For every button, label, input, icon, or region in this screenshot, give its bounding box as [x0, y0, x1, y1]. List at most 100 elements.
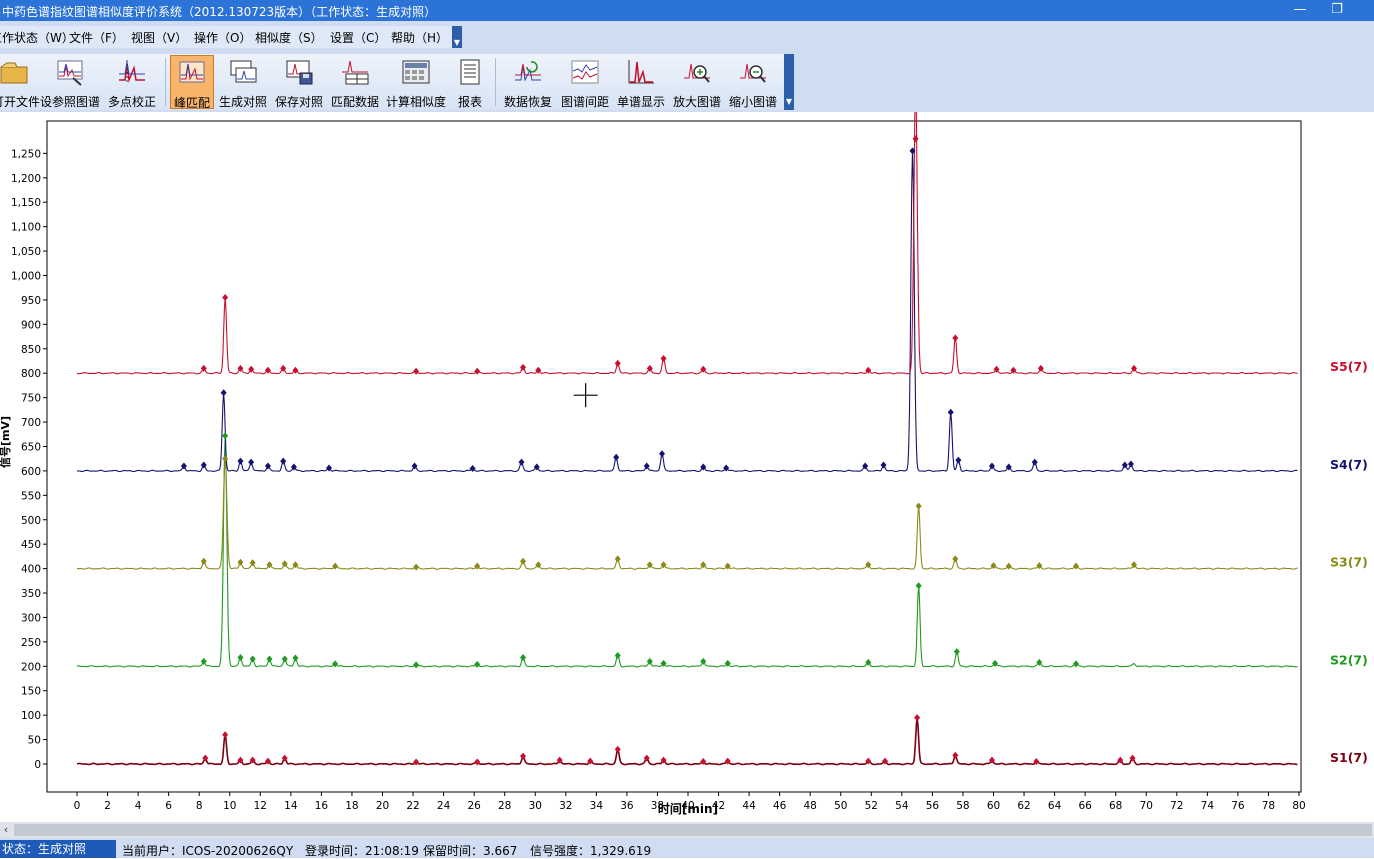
set-reference-button[interactable]: 设参照图谱 [38, 55, 102, 109]
x-tick-label: 24 [437, 800, 451, 812]
menu-view[interactable]: 视图（V） [131, 29, 187, 46]
menu-settings[interactable]: 设置（C） [330, 29, 386, 46]
horizontal-scrollbar[interactable]: ‹ [0, 822, 1374, 838]
x-axis-label: 时间[min] [658, 801, 718, 816]
zoom-in-button[interactable]: 放大图谱 [670, 55, 724, 109]
x-tick-label: 30 [529, 800, 542, 812]
y-tick-label: 150 [21, 686, 41, 698]
spectrum-spacing-icon [571, 60, 599, 84]
report-label: 报表 [457, 95, 482, 109]
login-time-status: 登录时间：21:08:19 [305, 844, 419, 858]
plot-frame [46, 120, 1302, 793]
x-tick-label: 70 [1140, 800, 1153, 812]
open-folder-icon [0, 62, 28, 84]
multipoint-correction-button[interactable]: 多点校正 [104, 55, 160, 109]
x-tick-label: 50 [834, 800, 847, 812]
y-tick-label: 450 [21, 539, 41, 551]
save-reference-label: 保存对照 [274, 95, 323, 109]
series-label: S3(7) [1330, 555, 1368, 570]
restore-button[interactable]: ❐ [1322, 1, 1352, 19]
y-tick-label: 0 [34, 759, 41, 771]
x-tick-label: 26 [467, 800, 481, 812]
x-tick-label: 46 [773, 800, 787, 812]
menu-overflow-icon[interactable]: ▼ [452, 26, 462, 48]
y-tick-label: 500 [21, 515, 41, 527]
y-tick-label: 300 [21, 612, 41, 624]
signal-strength-status: 信号强度：1,329.619 [530, 844, 652, 858]
x-tick-label: 80 [1292, 800, 1305, 812]
match-data-button[interactable]: 匹配数据 [328, 55, 382, 109]
y-tick-label: 350 [21, 588, 41, 600]
menu-bar: 工作状态（W） 文件（F） 视图（V） 操作（O） 相似度（S） 设置（C） 帮… [0, 21, 1374, 52]
single-spectrum-label: 单谱显示 [616, 95, 665, 109]
x-tick-label: 58 [956, 800, 969, 812]
x-tick-label: 10 [223, 800, 236, 812]
zoom-out-button[interactable]: 缩小图谱 [726, 55, 780, 109]
window-title: 中药色谱指纹图谱相似度评价系统（2012.130723版本）（工作状态：生成对照… [2, 5, 437, 19]
data-restore-icon [515, 61, 541, 82]
toolbar-overflow-icon[interactable]: ▼ [784, 54, 794, 110]
chromatogram-chart[interactable]: 0 2 4 6 8 10 12 14 16 18 20 22 24 26 28 30 32 34 36 38 40 42 4… [0, 87, 1374, 822]
menu-similarity[interactable]: 相似度（S） [255, 29, 323, 46]
minimize-button[interactable]: — [1285, 1, 1315, 19]
multipoint-correction-label: 多点校正 [107, 95, 156, 109]
x-tick-label: 22 [406, 800, 419, 812]
x-tick-label: 8 [196, 800, 203, 812]
spectrum-spacing-label: 图谱间距 [560, 95, 609, 109]
y-tick-label: 1,000 [11, 271, 41, 283]
x-tick-label: 0 [74, 800, 81, 812]
x-tick-label: 62 [1017, 800, 1030, 812]
x-tick-label: 56 [926, 800, 940, 812]
x-tick-label: 2 [104, 800, 111, 812]
x-tick-label: 52 [865, 800, 878, 812]
set-reference-label: 设参照图谱 [39, 95, 100, 109]
y-tick-label: 550 [21, 490, 41, 502]
x-tick-label: 4 [135, 800, 142, 812]
report-button[interactable]: 报表 [450, 55, 490, 109]
x-tick-label: 6 [165, 800, 172, 812]
y-tick-label: 700 [21, 417, 41, 429]
menu-work-state[interactable]: 工作状态（W） [0, 29, 74, 46]
series-label: S4(7) [1330, 457, 1368, 472]
generate-reference-icon [230, 60, 257, 83]
retention-time-status: 保留时间：3.667 [423, 844, 518, 858]
calculate-similarity-button[interactable]: 计算相似度 [384, 55, 448, 109]
open-file-label: 打开文件 [0, 95, 41, 109]
generate-reference-button[interactable]: 生成对照 [216, 55, 270, 109]
y-tick-label: 200 [21, 661, 41, 673]
x-tick-label: 78 [1262, 800, 1275, 812]
scroll-left-icon[interactable]: ‹ [0, 822, 12, 838]
work-state-status: 状态：生成对照 [0, 840, 116, 858]
menu-help[interactable]: 帮助（H） [391, 29, 448, 46]
spectrum-spacing-button[interactable]: 图谱间距 [558, 55, 612, 109]
y-tick-label: 650 [21, 441, 41, 453]
x-tick-label: 54 [895, 800, 909, 812]
chromatogram-view[interactable]: 0 2 4 6 8 10 12 14 16 18 20 22 24 26 28 30 32 34 36 38 40 42 4… [0, 87, 1374, 822]
status-bar: 状态：生成对照 当前用户：ICOS-20200626QY 登录时间：21:08:… [0, 838, 1374, 858]
save-reference-button[interactable]: 保存对照 [272, 55, 326, 109]
zoom-out-icon [740, 63, 766, 83]
menu-operation[interactable]: 操作（O） [194, 29, 251, 46]
y-tick-label: 750 [21, 393, 41, 405]
data-restore-button[interactable]: 数据恢复 [500, 55, 556, 109]
y-tick-label: 250 [21, 637, 41, 649]
peak-match-button[interactable]: 峰匹配 [170, 55, 214, 110]
open-file-button[interactable]: 打开文件 [0, 55, 41, 109]
save-reference-icon [286, 60, 313, 85]
single-spectrum-button[interactable]: 单谱显示 [614, 55, 668, 109]
toolbar-separator [495, 58, 496, 106]
y-tick-label: 1,050 [11, 246, 41, 258]
calculate-similarity-icon [402, 60, 430, 84]
x-tick-label: 34 [590, 800, 604, 812]
menu-file[interactable]: 文件（F） [69, 29, 124, 46]
peak-match-label: 峰匹配 [173, 96, 210, 110]
menu-strip: 工作状态（W） 文件（F） 视图（V） 操作（O） 相似度（S） 设置（C） 帮… [0, 26, 452, 48]
y-tick-label: 1,250 [11, 148, 41, 160]
x-tick-label: 18 [345, 800, 358, 812]
y-tick-label: 1,150 [11, 197, 41, 209]
x-tick-label: 74 [1201, 800, 1215, 812]
scrollbar-thumb[interactable] [14, 824, 1372, 836]
x-tick-label: 60 [987, 800, 1000, 812]
x-tick-label: 44 [742, 800, 756, 812]
y-tick-label: 600 [21, 466, 41, 478]
